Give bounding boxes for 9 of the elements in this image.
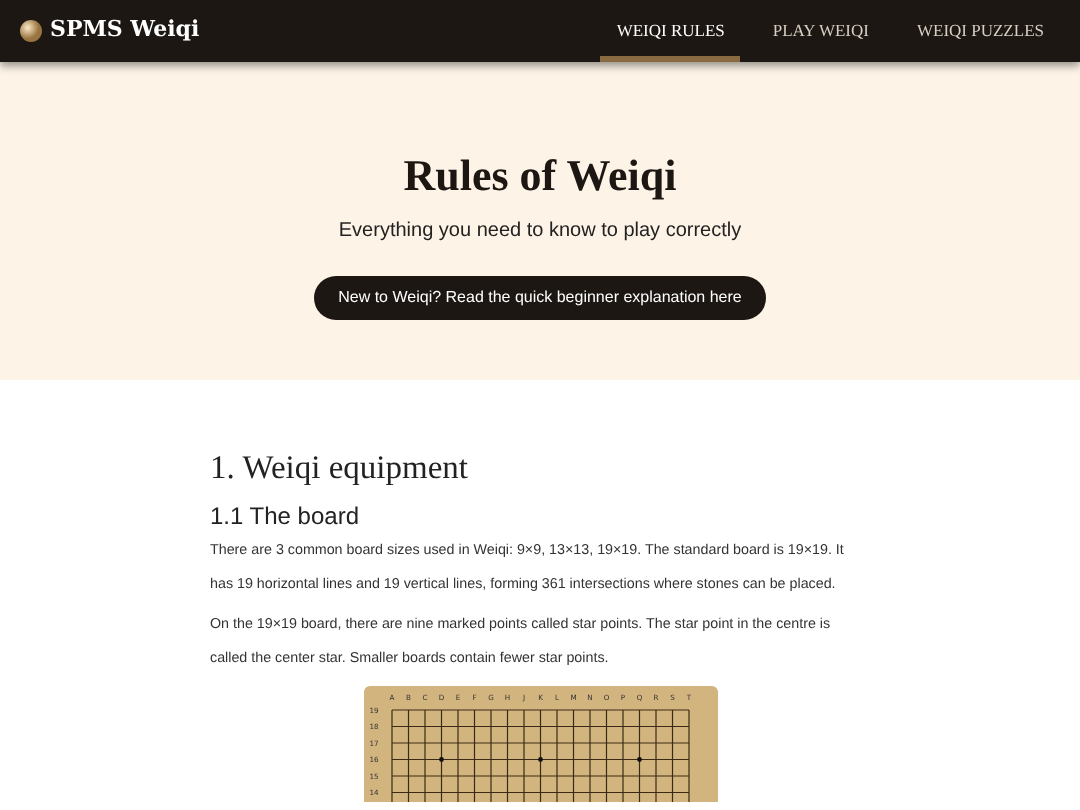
brand-name[interactable]: SPMS Weiqi bbox=[50, 14, 200, 48]
beginner-button[interactable]: New to Weiqi? Read the quick beginner explanation here bbox=[314, 276, 766, 321]
subsection-heading: 1.1 The board bbox=[210, 501, 362, 531]
stone-icon bbox=[20, 20, 42, 42]
page-subtitle: Everything you need to know to play correctly bbox=[336, 218, 744, 247]
nav-link[interactable]: PLAY WEIQI bbox=[756, 0, 885, 62]
page-title: Rules of Weiqi bbox=[401, 150, 679, 203]
nav-link[interactable]: WEIQI PUZZLES bbox=[900, 0, 1060, 62]
section-heading: 1. Weiqi equipment bbox=[210, 448, 470, 488]
